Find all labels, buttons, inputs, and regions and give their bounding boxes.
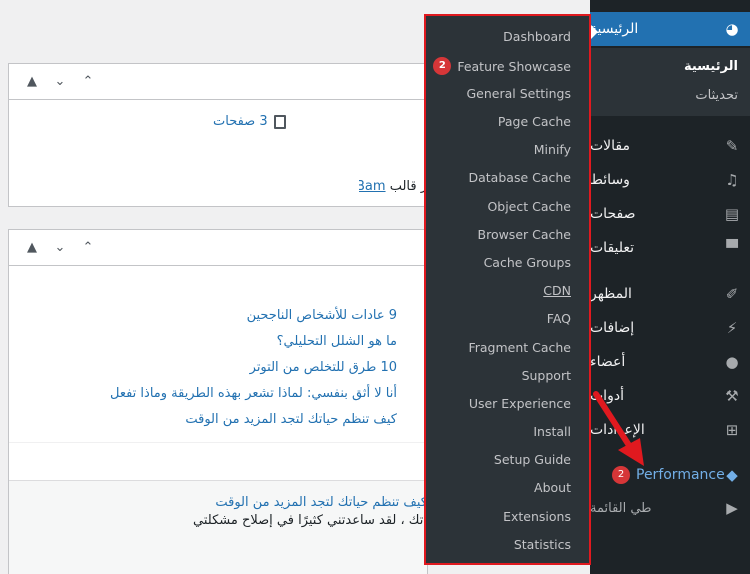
- flyout-browser-cache[interactable]: Browser Cache: [478, 227, 572, 242]
- divider: [9, 442, 427, 443]
- menu-pages[interactable]: ▤ صفحات: [590, 197, 750, 231]
- widget-activity: ▲ ⌄ ⌃ 9 عادات للأشخاص الناجحين ما هو الش…: [8, 229, 428, 574]
- chevron-up-icon[interactable]: ⌃: [79, 239, 97, 257]
- post-link[interactable]: أنا لا أثق بنفسي: لماذا تشعر بهذه الطريق…: [89, 386, 397, 412]
- performance-label: Performance: [636, 467, 725, 483]
- users-icon: ●: [725, 353, 739, 371]
- post-link[interactable]: كيف تنظم حياتك لتجد المزيد من الوقت: [89, 412, 397, 438]
- settings-icon: ⊞: [725, 421, 739, 439]
- menu-users[interactable]: ● أعضاء: [590, 345, 750, 379]
- flyout-install[interactable]: Install: [533, 424, 571, 439]
- comment-post-link[interactable]: كيف تنظم حياتك لتجد المزيد من الوقت: [215, 495, 427, 510]
- flyout-cdn[interactable]: CDN: [543, 283, 571, 298]
- post-link[interactable]: 9 عادات للأشخاص الناجحين: [89, 308, 397, 334]
- flyout-user-experience[interactable]: User Experience: [469, 396, 571, 411]
- comment-excerpt: اتك ، لقد ساعدتني كثيرًا في إصلاح مشكلتي: [193, 513, 427, 528]
- menu-appearance[interactable]: ✐ المظهر: [590, 277, 750, 311]
- flyout-support[interactable]: Support: [522, 368, 571, 383]
- tools-icon: ⚒: [725, 387, 739, 405]
- brush-icon: ✐: [725, 285, 739, 303]
- flyout-extensions[interactable]: Extensions: [503, 509, 571, 524]
- dashboard-icon: ◕: [725, 20, 739, 38]
- theme-link[interactable]: Bam: [359, 179, 386, 194]
- collapse-icon: ▶: [726, 499, 738, 517]
- comments-icon: ▀: [726, 239, 738, 257]
- performance-badge: 2: [612, 466, 630, 484]
- flyout-database-cache[interactable]: Database Cache: [469, 170, 572, 185]
- flyout-statistics[interactable]: Statistics: [514, 537, 571, 552]
- performance-icon: ◆: [726, 466, 738, 484]
- menu-posts[interactable]: ✎ مقالات: [590, 129, 750, 163]
- performance-flyout-menu: Dashboard 2 Feature Showcase General Set…: [424, 14, 591, 565]
- pin-icon: ✎: [725, 137, 739, 155]
- flyout-dashboard[interactable]: Dashboard: [503, 29, 571, 44]
- submenu-updates[interactable]: تحديثات: [695, 88, 738, 103]
- current-menu-pointer: [590, 24, 598, 40]
- theme-prefix: ر قالب: [389, 179, 427, 194]
- flyout-setup-guide[interactable]: Setup Guide: [494, 452, 571, 467]
- pages-count-link[interactable]: 3 صفحات: [213, 114, 268, 129]
- flyout-object-cache[interactable]: Object Cache: [487, 199, 571, 214]
- flyout-cache-groups[interactable]: Cache Groups: [484, 255, 571, 270]
- menu-comments[interactable]: ▀ تعليقات: [590, 231, 750, 265]
- flyout-faq[interactable]: FAQ: [547, 311, 571, 326]
- submenu-home[interactable]: الرئيسية: [684, 59, 738, 74]
- menu-dashboard[interactable]: ◕ الرئيسية: [590, 12, 750, 46]
- menu-media[interactable]: ♫ وسائط: [590, 163, 750, 197]
- widget-header: ▲ ⌄ ⌃: [9, 230, 427, 266]
- annotation-arrow-icon: [593, 391, 644, 466]
- flyout-page-cache[interactable]: Page Cache: [498, 114, 571, 129]
- flyout-fragment-cache[interactable]: Fragment Cache: [468, 340, 571, 355]
- move-up-icon[interactable]: ▲: [23, 239, 41, 257]
- post-link[interactable]: ما هو الشلل التحليلي؟: [89, 334, 397, 360]
- flyout-minify[interactable]: Minify: [534, 142, 571, 157]
- chevron-down-icon[interactable]: ⌄: [51, 73, 69, 91]
- feature-showcase-badge: 2: [433, 57, 452, 75]
- post-link[interactable]: 10 طرق للتخلص من التوتر: [89, 360, 397, 386]
- chevron-up-icon[interactable]: ⌃: [79, 73, 97, 91]
- media-icon: ♫: [725, 171, 739, 189]
- pages-icon: ▤: [724, 205, 740, 223]
- menu-collapse[interactable]: ▶ طي القائمة: [590, 491, 750, 525]
- flyout-about[interactable]: About: [534, 480, 571, 495]
- pages-icon: [273, 114, 286, 129]
- move-up-icon[interactable]: ▲: [23, 73, 41, 91]
- plugins-icon: ⚡: [726, 319, 738, 337]
- flyout-feature-showcase[interactable]: 2 Feature Showcase: [433, 57, 571, 75]
- flyout-general-settings[interactable]: General Settings: [466, 86, 571, 101]
- chevron-down-icon[interactable]: ⌄: [51, 239, 69, 257]
- comment-area: كيف تنظم حياتك لتجد المزيد من الوقت اتك …: [9, 480, 427, 574]
- menu-plugins[interactable]: ⚡ إضافات: [590, 311, 750, 345]
- admin-sidebar: ◕ الرئيسية الرئيسية تحديثات ✎ مقالات ♫ و…: [590, 0, 750, 574]
- widget-header: ▲ ⌄ ⌃: [9, 64, 427, 100]
- widget-pages: ▲ ⌄ ⌃ 3 صفحات ر قالب Bam.: [8, 63, 428, 207]
